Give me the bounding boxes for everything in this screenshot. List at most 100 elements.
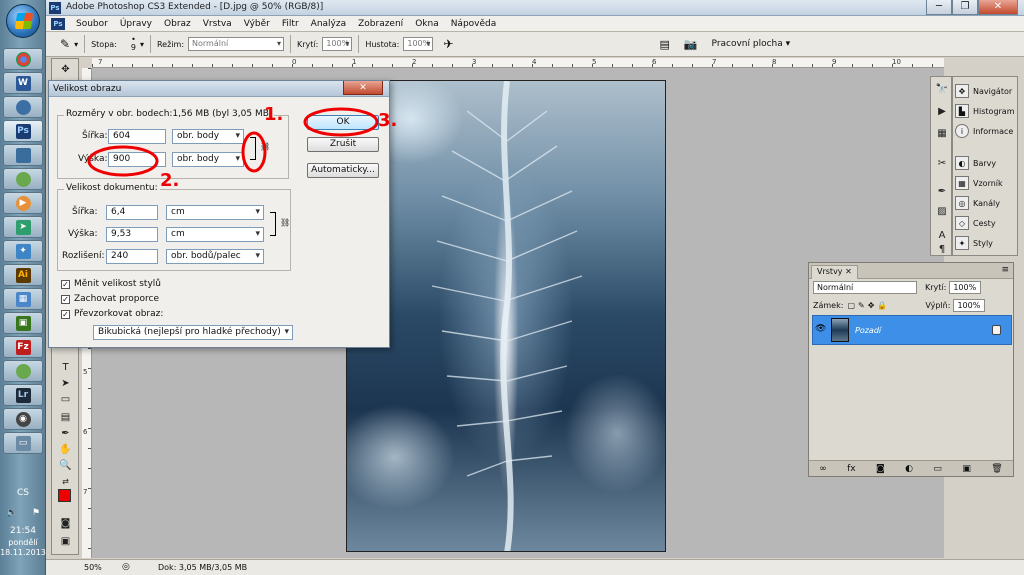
taskbar-app-button[interactable]: ✦: [3, 240, 43, 262]
dock-navigator[interactable]: ✥ Navigátor: [955, 82, 1012, 100]
doc-height-unit-select[interactable]: cm: [166, 227, 264, 242]
layer-style-icon[interactable]: fx: [847, 464, 856, 474]
paragraph-collapsed-icon[interactable]: ¶: [933, 241, 951, 257]
dock-channels[interactable]: ◎ Kanály: [955, 194, 1000, 212]
chevron-down-icon[interactable]: ▾: [140, 40, 144, 49]
lock-transparency-icon[interactable]: ▢: [847, 301, 855, 310]
taskbar-app-button[interactable]: ▭: [3, 432, 43, 454]
fill-field[interactable]: 100%: [953, 299, 986, 312]
actions-collapsed-icon[interactable]: ▶: [933, 103, 951, 119]
menu-analyza[interactable]: Analýza: [305, 19, 352, 29]
taskbar-photoshop-button[interactable]: Ps: [3, 120, 43, 142]
tab-layers[interactable]: Vrstvy ✕: [811, 265, 858, 279]
new-layer-icon[interactable]: ▣: [962, 464, 971, 474]
pixel-width-input[interactable]: 604: [108, 129, 166, 144]
opacity-field[interactable]: 100%: [322, 37, 353, 51]
swap-colors-icon[interactable]: ⇄: [55, 473, 76, 489]
doc-width-input[interactable]: 6,4: [106, 205, 158, 220]
taskbar-chrome-button[interactable]: [3, 48, 43, 70]
constrain-proportions-checkbox[interactable]: ✓ Zachovat proporce: [61, 294, 159, 304]
quick-mask-icon[interactable]: ◙: [55, 515, 76, 531]
pixel-height-input[interactable]: 900: [108, 152, 166, 167]
clone-source-icon[interactable]: ▨: [933, 203, 951, 219]
status-icon[interactable]: ◎: [122, 562, 130, 572]
navigator-collapsed-icon[interactable]: 🔭: [933, 81, 951, 97]
doc-width-unit-select[interactable]: cm: [166, 205, 264, 220]
taskbar-media-button[interactable]: ▶: [3, 192, 43, 214]
dock-paths[interactable]: ◇ Cesty: [955, 214, 996, 232]
dialog-close-button[interactable]: ✕: [343, 81, 383, 95]
pixel-height-unit-select[interactable]: obr. body: [172, 152, 244, 167]
auto-button[interactable]: Automaticky...: [307, 163, 379, 178]
lock-all-icon[interactable]: 🔒: [877, 301, 887, 310]
menu-soubor[interactable]: Soubor: [70, 19, 114, 29]
screen-mode-icon[interactable]: ▣: [55, 533, 76, 549]
horizontal-ruler[interactable]: 7 0 1 2 3 4 5 6 7 8 9 10: [92, 58, 944, 68]
type-tool-icon[interactable]: T: [55, 359, 76, 375]
frost-photo-image[interactable]: [346, 80, 666, 552]
layer-mask-icon[interactable]: ◙: [876, 464, 885, 474]
resolution-input[interactable]: 240: [106, 249, 158, 264]
volume-icon[interactable]: 🔈: [6, 508, 17, 518]
airbrush-icon[interactable]: ✈: [443, 37, 453, 51]
taskbar-word-button[interactable]: W: [3, 72, 43, 94]
doc-height-input[interactable]: 9,53: [106, 227, 158, 242]
history-collapsed-icon[interactable]: ▦: [933, 125, 951, 141]
chevron-down-icon[interactable]: ▾: [74, 40, 78, 49]
menu-zobrazeni[interactable]: Zobrazení: [352, 19, 409, 29]
resolution-unit-select[interactable]: obr. bodů/palec: [166, 249, 264, 264]
maximize-button[interactable]: ❐: [952, 0, 978, 15]
link-layers-icon[interactable]: ∞: [819, 464, 827, 474]
visibility-eye-icon[interactable]: 👁: [815, 324, 829, 336]
dock-styles[interactable]: ✦ Styly: [955, 234, 993, 252]
brush-preset-picker[interactable]: • 9: [131, 36, 136, 52]
resample-method-select[interactable]: Bikubická (nejlepší pro hladké přechody): [93, 325, 293, 340]
hand-tool-icon[interactable]: ✋: [55, 441, 76, 457]
ok-button[interactable]: OK: [307, 115, 379, 130]
taskbar-illustrator-button[interactable]: Ai: [3, 264, 43, 286]
menu-upravy[interactable]: Úpravy: [114, 19, 158, 29]
path-selection-icon[interactable]: ➤: [55, 375, 76, 391]
mode-select[interactable]: Normální: [188, 37, 285, 51]
language-indicator[interactable]: CS: [0, 488, 46, 498]
menu-vrstva[interactable]: Vrstva: [197, 19, 238, 29]
menu-okna[interactable]: Okna: [409, 19, 445, 29]
dock-histogram[interactable]: ▙ Histogram: [955, 102, 1015, 120]
adjustment-layer-icon[interactable]: ◐: [905, 464, 913, 474]
dock-info[interactable]: i Informace: [955, 122, 1013, 140]
flow-field[interactable]: 100%: [403, 37, 434, 51]
taskbar-app-button[interactable]: [3, 144, 43, 166]
taskbar-filezilla-button[interactable]: Fz: [3, 336, 43, 358]
panel-menu-icon[interactable]: ≡: [1001, 265, 1009, 275]
taskbar-app-button[interactable]: ◉: [3, 408, 43, 430]
taskbar-app-button[interactable]: ▣: [3, 312, 43, 334]
menu-napoveda[interactable]: Nápověda: [445, 19, 503, 29]
workspace-menu[interactable]: Pracovní plocha ▾: [712, 39, 791, 49]
shape-tool-icon[interactable]: ▭: [55, 391, 76, 407]
flag-icon[interactable]: ⚑: [32, 508, 40, 518]
tool-presets-icon[interactable]: ✂: [933, 155, 951, 171]
taskbar-lightroom-button[interactable]: Lr: [3, 384, 43, 406]
photoshop-logo-icon[interactable]: Ps: [51, 17, 65, 30]
taskbar-app-button[interactable]: [3, 96, 43, 118]
delete-layer-icon[interactable]: 🗑: [991, 464, 1002, 474]
layer-opacity-field[interactable]: 100%: [949, 281, 982, 294]
taskbar-app-button[interactable]: ▦: [3, 288, 43, 310]
brushes-collapsed-icon[interactable]: ✒: [933, 183, 951, 199]
bridge-icon[interactable]: 📷: [684, 38, 698, 51]
menu-vyber[interactable]: Výběr: [238, 19, 276, 29]
dock-swatches[interactable]: ▦ Vzorník: [955, 174, 1003, 192]
zoom-tool-icon[interactable]: 🔍: [55, 457, 76, 473]
taskbar-app-button[interactable]: [3, 360, 43, 382]
pixel-width-unit-select[interactable]: obr. body: [172, 129, 244, 144]
lock-pixels-icon[interactable]: ✎: [858, 301, 865, 310]
palette-well-icon[interactable]: ▤: [659, 38, 669, 51]
taskbar-app-button[interactable]: ➤: [3, 216, 43, 238]
menu-filtr[interactable]: Filtr: [276, 19, 305, 29]
blend-mode-select[interactable]: Normální: [813, 281, 917, 294]
notes-tool-icon[interactable]: ▤: [55, 409, 76, 425]
dock-color[interactable]: ◐ Barvy: [955, 154, 996, 172]
layer-row[interactable]: 👁 Pozadí: [812, 315, 1012, 345]
start-button[interactable]: [6, 4, 40, 38]
close-button[interactable]: ✕: [978, 0, 1018, 15]
